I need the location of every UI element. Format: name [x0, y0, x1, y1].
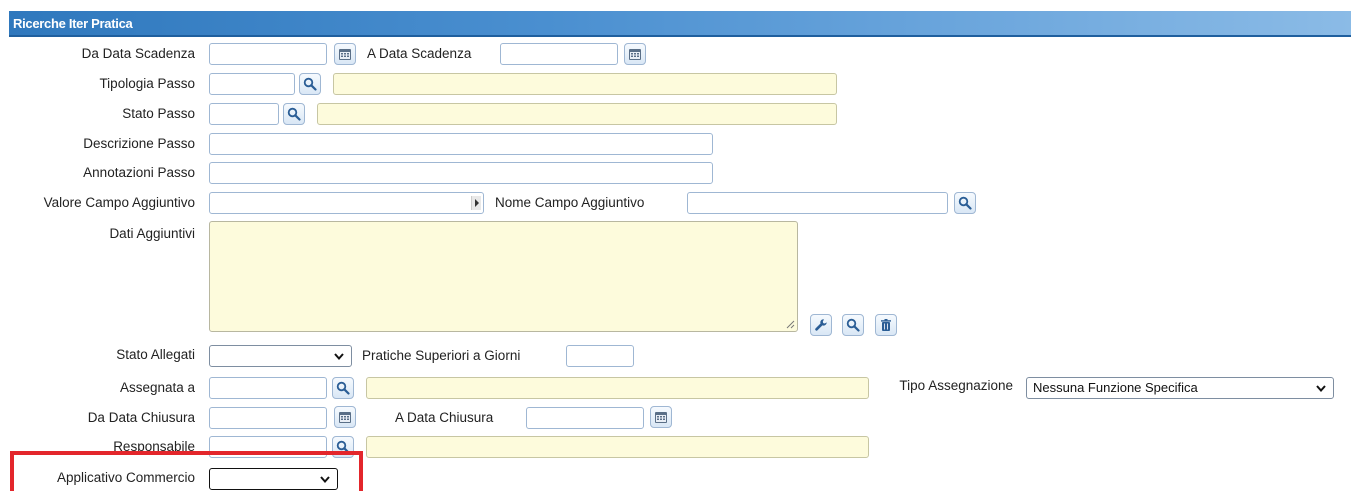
label-tipologia-passo: Tipologia Passo [99, 76, 195, 91]
dati-aggiuntivi-delete-button[interactable] [875, 314, 897, 336]
label-da-data-scadenza: Da Data Scadenza [81, 46, 195, 61]
calendar-icon [654, 410, 668, 424]
label-applicativo-commercio: Applicativo Commercio [56, 470, 195, 485]
a-data-scadenza-calendar-button[interactable] [624, 43, 646, 65]
responsabile-description [366, 436, 869, 458]
nome-campo-aggiuntivo-input[interactable] [687, 192, 948, 214]
label-nome-campo-aggiuntivo: Nome Campo Aggiuntivo [495, 195, 645, 210]
label-a-data-chiusura: A Data Chiusura [395, 410, 494, 425]
stato-allegati-select[interactable] [209, 345, 352, 367]
assegnata-a-search-button[interactable] [332, 377, 354, 399]
tipologia-passo-search-button[interactable] [299, 73, 321, 95]
stato-passo-description [317, 103, 837, 125]
label-stato-passo: Stato Passo [122, 106, 195, 121]
a-data-chiusura-calendar-button[interactable] [650, 406, 672, 428]
label-annotazioni-passo: Annotazioni Passo [83, 165, 195, 180]
da-data-chiusura-calendar-button[interactable] [334, 406, 356, 428]
responsabile-code-input[interactable] [209, 436, 327, 458]
label-tipo-assegnazione: Tipo Assegnazione [899, 378, 1013, 393]
stato-passo-search-button[interactable] [283, 103, 305, 125]
search-icon [303, 77, 317, 91]
tipologia-passo-description [333, 73, 837, 95]
assegnata-a-description [366, 377, 869, 399]
annotazioni-passo-input[interactable] [209, 162, 713, 184]
tipo-assegnazione-selected: Nessuna Funzione Specifica [1033, 380, 1198, 395]
label-responsabile: Responsabile [113, 439, 195, 454]
label-assegnata-a: Assegnata a [119, 380, 195, 395]
dati-aggiuntivi-textarea[interactable] [209, 221, 798, 332]
calendar-icon [338, 47, 352, 61]
descrizione-passo-input[interactable] [209, 133, 713, 155]
wrench-icon [814, 318, 828, 332]
dati-aggiuntivi-search-button[interactable] [842, 314, 864, 336]
chevron-down-icon [333, 349, 345, 363]
da-data-chiusura-input[interactable] [209, 407, 327, 429]
chevron-down-icon [319, 472, 331, 486]
calendar-icon [628, 47, 642, 61]
applicativo-commercio-select[interactable] [209, 468, 338, 490]
label-valore-campo-aggiuntivo: Valore Campo Aggiuntivo [43, 195, 195, 210]
pratiche-superiori-input[interactable] [566, 345, 634, 367]
search-icon [336, 381, 350, 395]
a-data-chiusura-input[interactable] [526, 407, 644, 429]
search-icon [336, 440, 350, 454]
stato-passo-code-input[interactable] [209, 103, 279, 125]
label-descrizione-passo: Descrizione Passo [83, 136, 195, 151]
chevron-down-icon [1315, 381, 1327, 395]
label-stato-allegati: Stato Allegati [116, 347, 195, 362]
label-dati-aggiuntivi: Dati Aggiuntivi [109, 226, 195, 241]
tipo-assegnazione-select[interactable]: Nessuna Funzione Specifica [1026, 377, 1334, 399]
panel-title: Ricerche Iter Pratica [9, 11, 1351, 37]
trash-icon [879, 318, 893, 332]
search-icon [958, 196, 972, 210]
dati-aggiuntivi-edit-button[interactable] [810, 314, 832, 336]
label-da-data-chiusura: Da Data Chiusura [87, 410, 195, 425]
search-icon [287, 107, 301, 121]
calendar-icon [338, 410, 352, 424]
tipologia-passo-code-input[interactable] [209, 73, 295, 95]
label-a-data-scadenza: A Data Scadenza [367, 46, 472, 61]
label-pratiche-superiori: Pratiche Superiori a Giorni [362, 348, 521, 363]
responsabile-search-button[interactable] [332, 436, 354, 458]
valore-campo-aggiuntivo-combo[interactable] [209, 192, 484, 214]
search-icon [846, 318, 860, 332]
a-data-scadenza-input[interactable] [500, 43, 618, 65]
da-data-scadenza-input[interactable] [209, 43, 327, 65]
combo-arrow-icon[interactable] [471, 196, 481, 210]
nome-campo-aggiuntivo-search-button[interactable] [954, 192, 976, 214]
resize-grip-icon[interactable] [785, 319, 795, 329]
da-data-scadenza-calendar-button[interactable] [334, 43, 356, 65]
assegnata-a-code-input[interactable] [209, 377, 327, 399]
